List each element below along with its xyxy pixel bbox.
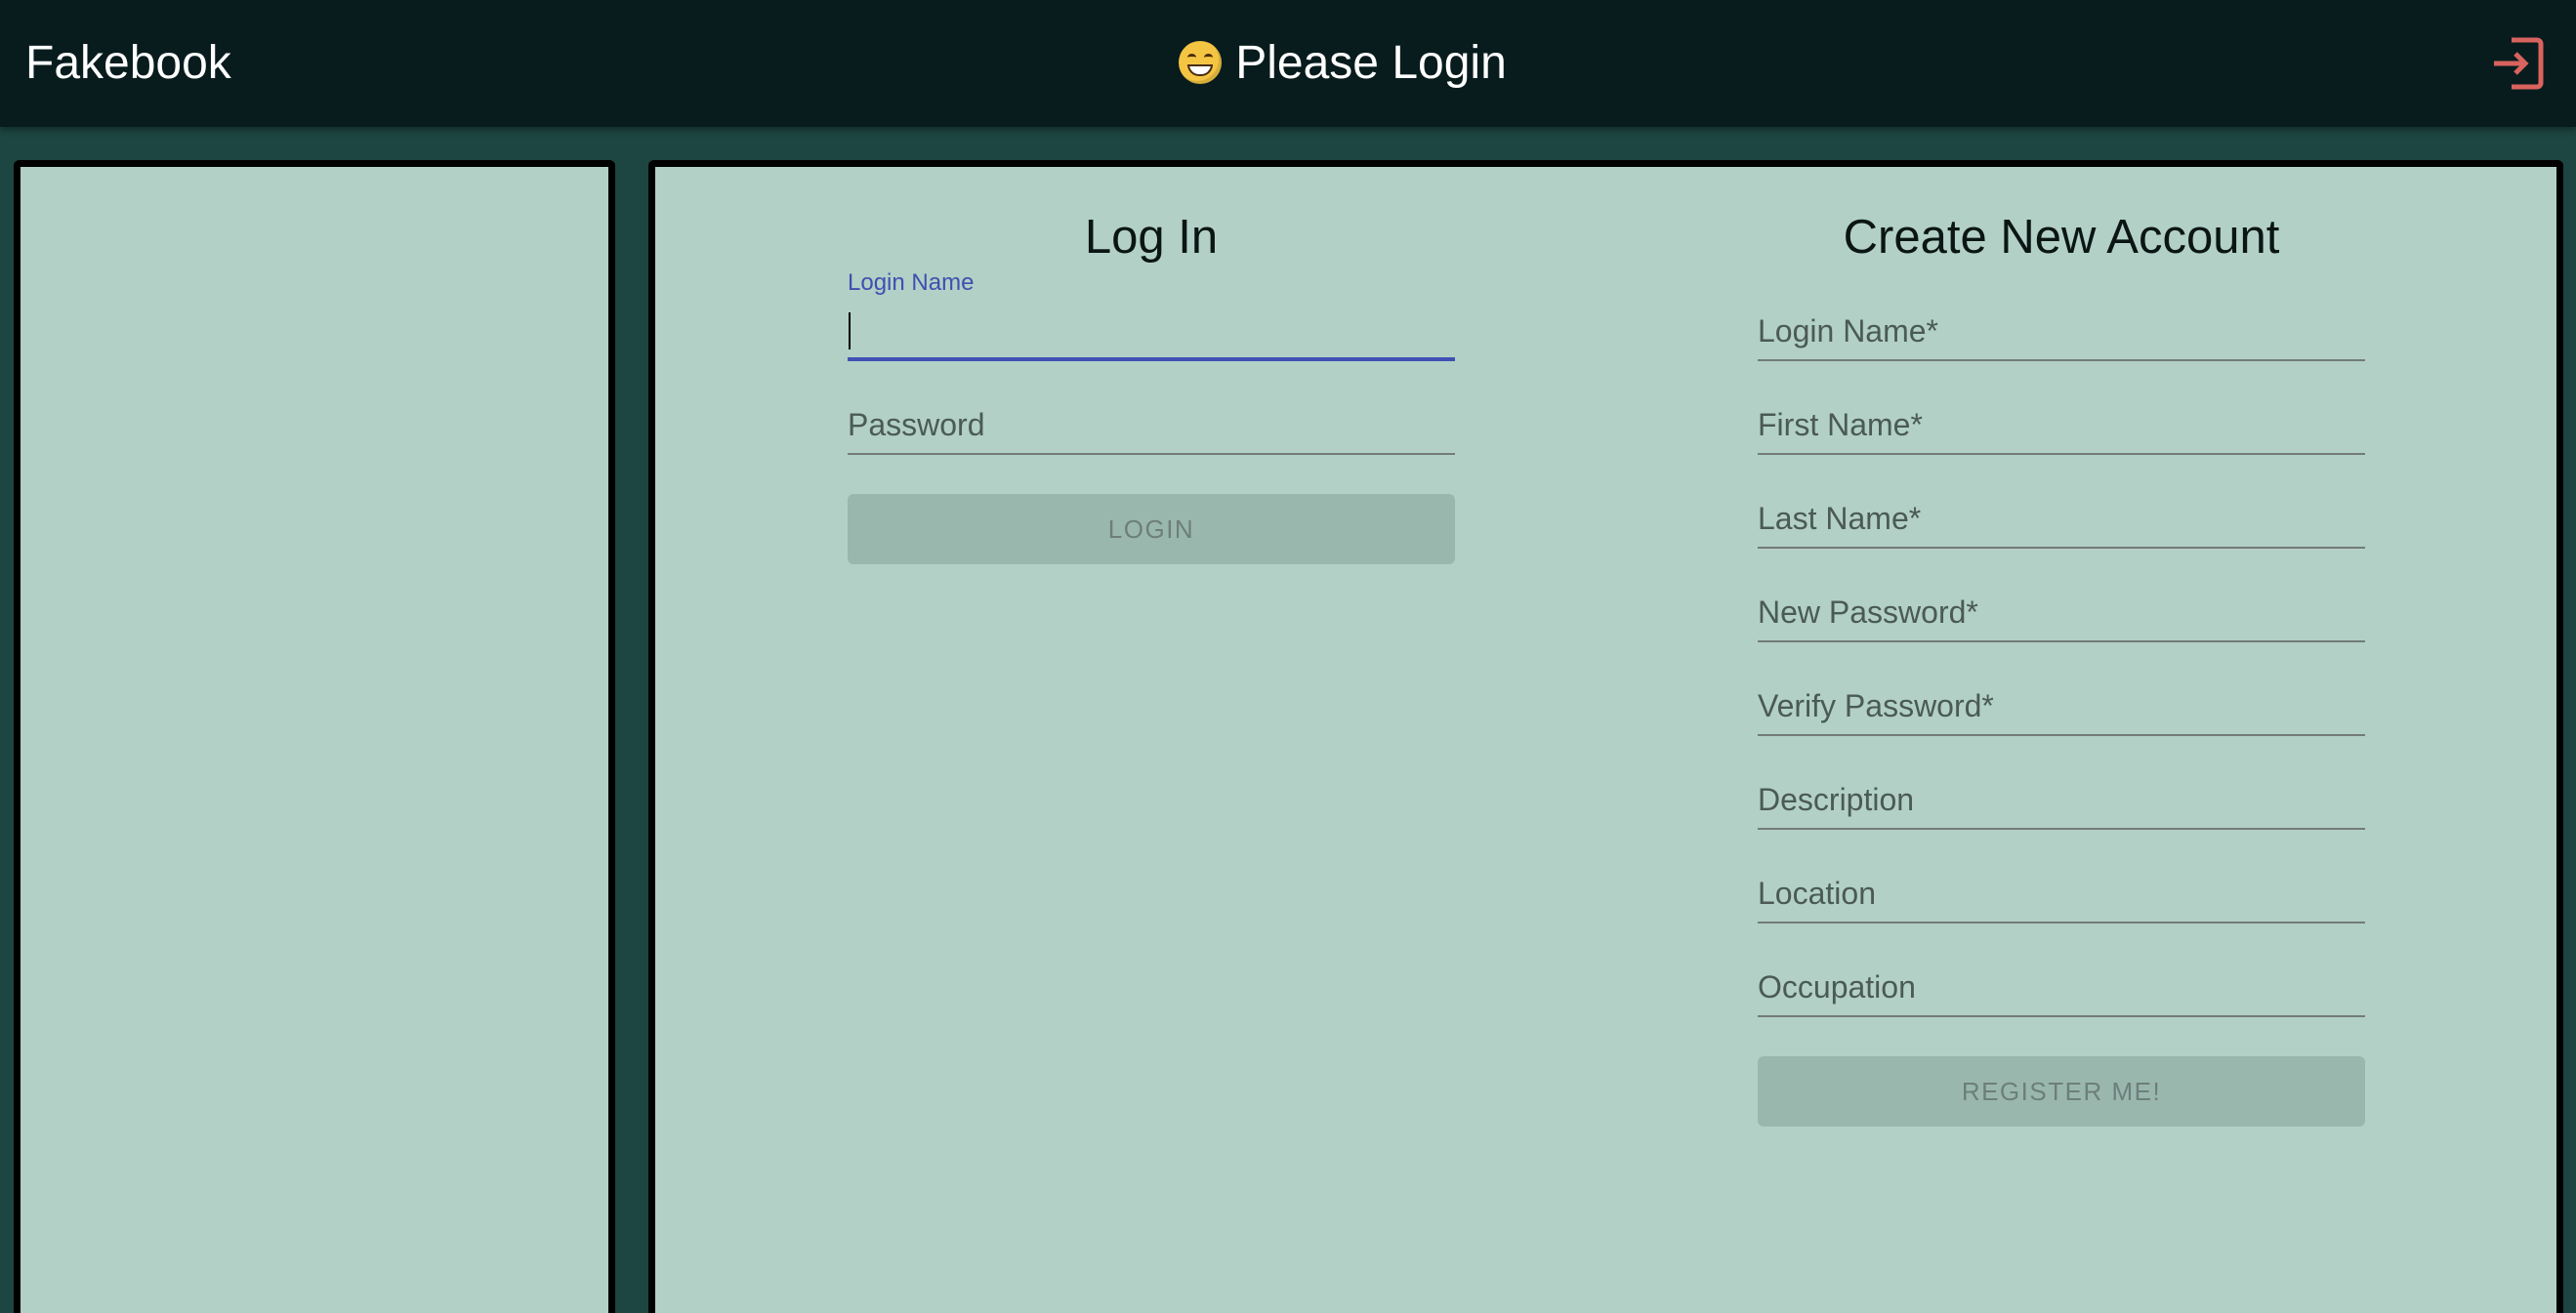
verify-password-field[interactable]: Verify Password*	[1758, 664, 2365, 758]
text-caret	[849, 312, 851, 349]
login-name-underline	[848, 357, 1455, 361]
register-login-name-input[interactable]	[1758, 308, 2365, 353]
login-name-input[interactable]	[848, 307, 1455, 351]
login-name-field[interactable]: Login Name	[848, 195, 1455, 361]
page-title-text: Please Login	[1235, 37, 1507, 89]
location-field[interactable]: Location	[1758, 851, 2365, 945]
field-underline	[1758, 640, 2365, 642]
register-heading: Create New Account	[1843, 211, 2280, 264]
login-name-label: Login Name	[848, 269, 975, 296]
left-side-panel	[14, 160, 615, 1313]
occupation-field[interactable]: Occupation	[1758, 945, 2365, 1039]
location-input[interactable]	[1758, 871, 2365, 916]
field-underline	[1758, 453, 2365, 455]
verify-password-input[interactable]	[1758, 683, 2365, 728]
register-login-name-field[interactable]: Login Name*	[1758, 289, 2365, 383]
password-field[interactable]: Password	[848, 383, 1455, 476]
field-underline	[1758, 828, 2365, 830]
new-password-input[interactable]	[1758, 590, 2365, 635]
grinning-face-icon	[1179, 41, 1223, 84]
password-input[interactable]	[848, 402, 1455, 447]
last-name-field[interactable]: Last Name*	[1758, 476, 2365, 570]
first-name-input[interactable]	[1758, 402, 2365, 447]
login-exit-button[interactable]	[2488, 34, 2547, 93]
page-title: Please Login	[0, 0, 2576, 127]
description-input[interactable]	[1758, 777, 2365, 822]
last-name-input[interactable]	[1758, 496, 2365, 541]
login-exit-icon	[2494, 37, 2544, 90]
field-underline	[1758, 922, 2365, 923]
register-button[interactable]: REGISTER ME!	[1758, 1056, 2365, 1127]
occupation-input[interactable]	[1758, 964, 2365, 1009]
password-underline	[848, 453, 1455, 455]
login-button[interactable]: LOGIN	[848, 494, 1455, 564]
app-bar: Fakebook Please Login	[0, 0, 2576, 127]
field-underline	[1758, 734, 2365, 736]
field-underline	[1758, 359, 2365, 361]
new-password-field[interactable]: New Password*	[1758, 570, 2365, 664]
field-underline	[1758, 547, 2365, 549]
field-underline	[1758, 1015, 2365, 1017]
description-field[interactable]: Description	[1758, 758, 2365, 851]
app-brand[interactable]: Fakebook	[25, 0, 231, 127]
first-name-field[interactable]: First Name*	[1758, 383, 2365, 476]
